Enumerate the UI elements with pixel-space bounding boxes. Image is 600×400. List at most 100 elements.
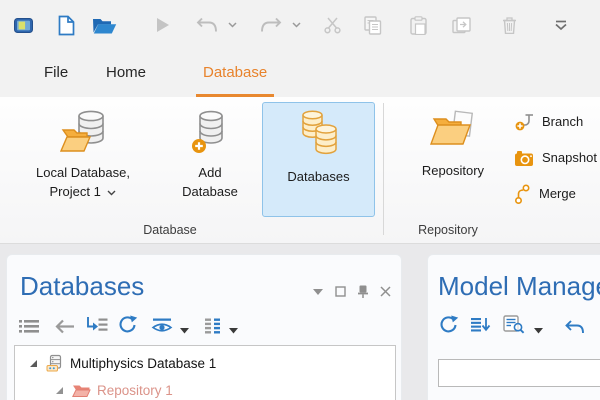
repository-icon (429, 109, 477, 160)
branch-label: Branch (542, 113, 583, 132)
paste-button[interactable] (410, 0, 427, 50)
branch-icon (514, 112, 534, 132)
ribbon-group-divider (383, 103, 384, 235)
local-database-label-line1: Local Database, (36, 164, 130, 183)
sort-list-icon (471, 317, 491, 334)
add-database-label-line2: Database (182, 183, 238, 202)
list-view-icon (19, 319, 39, 334)
snapshot-button[interactable]: Snapshot (514, 145, 597, 171)
undo-dropdown-button[interactable] (228, 0, 237, 50)
collapse-chevron-icon (554, 20, 568, 31)
app-logo-icon (14, 18, 33, 33)
chevron-down-icon (107, 190, 116, 196)
redo-dropdown-button[interactable] (292, 0, 301, 50)
preview-search-button[interactable] (503, 315, 525, 334)
refresh-button[interactable] (118, 315, 138, 334)
tab-home[interactable]: Home (106, 50, 146, 94)
copy-button[interactable] (364, 0, 382, 50)
delete-icon (502, 16, 517, 34)
tree-row-repository[interactable]: Repository 1 (55, 379, 173, 400)
back-button[interactable] (55, 319, 75, 334)
panel-close-button[interactable] (380, 286, 391, 297)
eye-icon (151, 318, 173, 334)
expander-expanded-icon[interactable] (55, 386, 64, 395)
float-window-icon (335, 286, 346, 297)
columns-icon (204, 318, 221, 334)
databases-panel-toolbar (19, 315, 238, 334)
preview-search-icon (503, 315, 525, 334)
quick-access-toolbar (0, 0, 600, 50)
tab-database[interactable]: Database (196, 50, 274, 97)
go-to-node-button[interactable] (85, 317, 108, 334)
show-hide-button[interactable] (151, 318, 173, 334)
go-to-node-icon (85, 317, 108, 334)
tree-row-multiphysics-database[interactable]: Multiphysics Database 1 (29, 352, 216, 374)
local-database-button[interactable]: Local Database, Project 1 (8, 102, 158, 216)
panel-float-button[interactable] (335, 286, 346, 297)
databases-label: Databases (287, 168, 349, 187)
new-file-button[interactable] (58, 0, 75, 50)
panel-pin-button[interactable] (358, 285, 368, 298)
undo-button[interactable] (565, 320, 585, 334)
undo-icon (196, 17, 218, 33)
cut-icon (324, 17, 341, 34)
open-file-button[interactable] (92, 0, 117, 50)
preview-dropdown-button[interactable] (534, 328, 543, 334)
panel-menu-button[interactable] (313, 289, 323, 295)
local-database-icon (60, 109, 106, 162)
tab-file[interactable]: File (44, 50, 68, 94)
repository-button[interactable]: Repository (396, 102, 510, 216)
ribbon: Local Database, Project 1 Add Database (0, 97, 600, 244)
undo-icon (565, 320, 585, 334)
close-icon (380, 286, 391, 297)
local-database-label-line2: Project 1 (36, 183, 130, 202)
application-window: File Home Database Local Database, Proje… (0, 0, 600, 400)
cut-button[interactable] (324, 0, 341, 50)
duplicate-button[interactable] (452, 0, 471, 50)
repository-label: Repository (422, 162, 484, 181)
repository-node-icon (72, 383, 91, 397)
show-hide-dropdown-button[interactable] (180, 328, 189, 334)
undo-button[interactable] (196, 0, 218, 50)
new-file-icon (58, 15, 75, 36)
model-manager-toolbar (439, 315, 585, 334)
delete-button[interactable] (502, 0, 517, 50)
triangle-down-icon (229, 328, 238, 334)
refresh-button[interactable] (439, 315, 459, 334)
run-icon (156, 17, 170, 33)
run-button[interactable] (156, 0, 170, 50)
refresh-icon (118, 315, 138, 334)
branch-button[interactable]: Branch (514, 109, 583, 135)
copy-icon (364, 16, 382, 35)
model-manager-panel-title: Model Manager (438, 271, 600, 302)
merge-icon (514, 184, 531, 204)
model-manager-search-input[interactable] (438, 359, 600, 387)
databases-panel-window-controls (313, 285, 391, 298)
databases-icon (294, 109, 344, 166)
redo-button[interactable] (260, 0, 282, 50)
list-view-button[interactable] (19, 319, 39, 334)
chevron-down-icon (292, 22, 301, 28)
merge-button[interactable]: Merge (514, 181, 576, 207)
tree-node-label: Multiphysics Database 1 (70, 356, 216, 371)
chevron-down-icon (228, 22, 237, 28)
repository-group-label: Repository (383, 223, 513, 237)
triangle-down-icon (180, 328, 189, 334)
tree-node-label: Repository 1 (97, 383, 173, 398)
app-logo-button[interactable] (14, 0, 33, 50)
collapse-toolbar-button[interactable] (554, 0, 568, 50)
refresh-icon (439, 315, 459, 334)
add-database-button[interactable]: Add Database (158, 102, 262, 216)
databases-panel: Databases (6, 254, 402, 400)
add-database-label-line1: Add (182, 164, 238, 183)
database-group-label: Database (10, 223, 330, 237)
duplicate-icon (452, 17, 471, 34)
databases-button[interactable]: Databases (262, 102, 375, 217)
sort-list-button[interactable] (471, 317, 491, 334)
expander-expanded-icon[interactable] (29, 359, 38, 368)
open-file-icon (92, 17, 117, 34)
paste-icon (410, 16, 427, 35)
back-arrow-icon (55, 319, 75, 334)
columns-dropdown-button[interactable] (229, 328, 238, 334)
columns-button[interactable] (204, 318, 221, 334)
